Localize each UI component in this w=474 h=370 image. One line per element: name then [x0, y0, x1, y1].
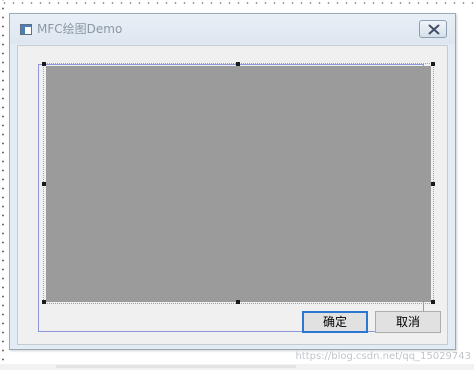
close-x-icon [428, 24, 440, 35]
watermark-text: https://blog.csdn.net/qq_15029743 [295, 351, 471, 362]
designer-left-ruler [0, 0, 6, 370]
resize-handle-middle-left[interactable] [42, 182, 46, 186]
resize-handle-bottom-right[interactable] [431, 300, 435, 304]
close-button[interactable] [419, 20, 447, 38]
resize-handle-bottom-left[interactable] [42, 300, 46, 304]
app-window-icon [20, 24, 32, 35]
title-bar[interactable]: MFC绘图Demo [10, 14, 455, 44]
ok-button[interactable]: 确定 [302, 311, 368, 333]
resize-handle-top-left[interactable] [42, 62, 46, 66]
resize-handle-bottom-middle[interactable] [236, 300, 240, 304]
designer-top-edge [0, 0, 474, 6]
cancel-button[interactable]: 取消 [375, 311, 441, 333]
resize-handle-middle-right[interactable] [431, 182, 435, 186]
resize-handle-top-right[interactable] [431, 62, 435, 66]
window-title: MFC绘图Demo [37, 22, 123, 36]
designer-bottom-strip [0, 364, 474, 370]
picture-control[interactable] [46, 66, 431, 302]
resize-handle-top-middle[interactable] [236, 62, 240, 66]
